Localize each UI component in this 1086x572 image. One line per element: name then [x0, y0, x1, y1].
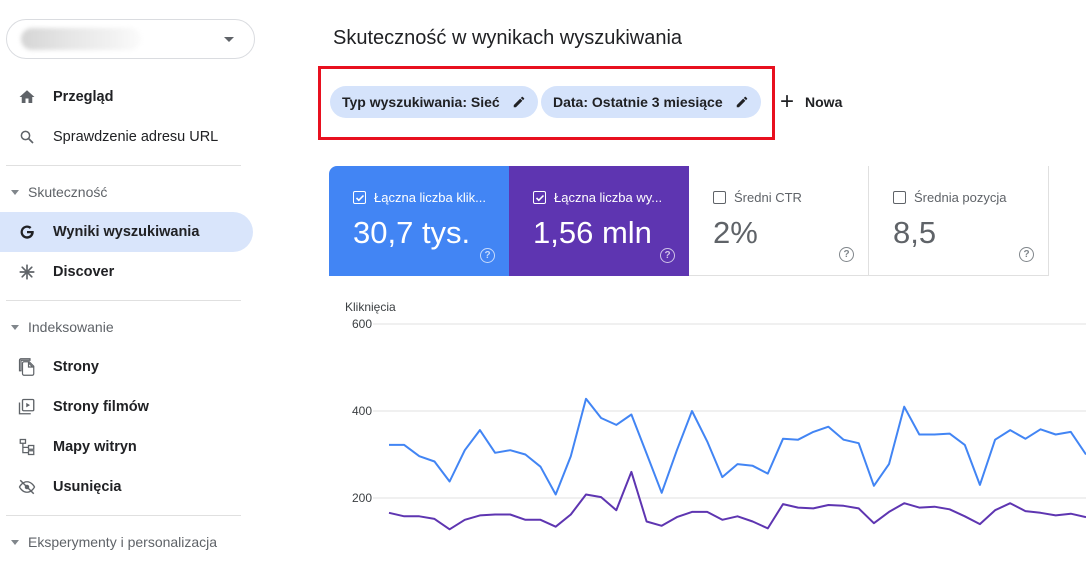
eye-off-icon [18, 478, 36, 496]
divider [6, 515, 241, 516]
section-label: Skuteczność [28, 184, 108, 200]
property-name-redacted [21, 28, 141, 50]
metric-label: Średni CTR [734, 190, 802, 205]
checkbox-checked-icon[interactable] [353, 191, 366, 204]
section-experiments[interactable]: Eksperymenty i personalizacja [0, 527, 253, 557]
sidebar-item-discover[interactable]: Discover [0, 252, 253, 292]
metric-card-ctr[interactable]: Średni CTR 2% ? [689, 166, 869, 276]
chevron-down-icon [11, 189, 19, 195]
filter-highlight-box [318, 66, 775, 140]
metric-label: Średnia pozycja [914, 190, 1007, 205]
sidebar-item-label: Przegląd [53, 89, 114, 105]
metric-label: Łączna liczba klik... [374, 190, 486, 205]
sidebar-item-label: Sprawdzenie adresu URL [53, 129, 219, 145]
metric-card-impressions[interactable]: Łączna liczba wy... 1,56 mln ? [509, 166, 689, 276]
series-line-0 [389, 397, 1086, 496]
sitemap-icon [18, 438, 36, 456]
help-icon[interactable]: ? [660, 248, 675, 263]
divider [6, 300, 241, 301]
y-tick-label: 600 [352, 317, 372, 331]
pages-icon [18, 358, 36, 376]
search-icon [18, 128, 36, 146]
metric-value: 1,56 mln [533, 215, 652, 250]
sidebar-item-url-inspection[interactable]: Sprawdzenie adresu URL [0, 117, 253, 157]
metric-value: 8,5 [893, 215, 937, 250]
home-icon [18, 88, 36, 106]
y-axis-label: Kliknięcia [345, 300, 396, 314]
sidebar-item-overview[interactable]: Przegląd [0, 77, 253, 117]
y-tick-label: 200 [352, 491, 372, 505]
video-pages-icon [18, 398, 36, 416]
new-filter-label: Nowa [805, 94, 843, 110]
sidebar: Przegląd Sprawdzenie adresu URL Skuteczn… [0, 0, 268, 572]
sidebar-item-search-results[interactable]: Wyniki wyszukiwania [0, 212, 253, 252]
metric-card-clicks[interactable]: Łączna liczba klik... 30,7 tys. ? [329, 166, 509, 276]
google-g-icon [18, 223, 36, 241]
sidebar-item-label: Discover [53, 264, 115, 280]
sidebar-item-video-pages[interactable]: Strony filmów [0, 387, 253, 427]
sidebar-item-label: Mapy witryn [53, 439, 137, 455]
section-indexing[interactable]: Indeksowanie [0, 312, 253, 342]
section-performance[interactable]: Skuteczność [0, 177, 253, 207]
divider [6, 165, 241, 166]
help-icon[interactable]: ? [1019, 247, 1034, 262]
metric-value: 2% [713, 215, 758, 250]
sidebar-item-removals[interactable]: Usunięcia [0, 467, 253, 507]
chevron-down-icon [11, 539, 19, 545]
checkbox-checked-icon[interactable] [533, 191, 546, 204]
metric-label: Łączna liczba wy... [554, 190, 663, 205]
sidebar-item-label: Strony filmów [53, 399, 149, 415]
new-filter-button[interactable]: + Nowa [780, 90, 842, 114]
checkbox-unchecked-icon[interactable] [893, 191, 906, 204]
section-label: Eksperymenty i personalizacja [28, 534, 218, 550]
asterisk-icon [18, 263, 36, 281]
sidebar-item-label: Strony [53, 359, 99, 375]
chevron-down-icon [11, 324, 19, 330]
page-title: Skuteczność w wynikach wyszukiwania [333, 27, 683, 49]
sidebar-item-pages[interactable]: Strony [0, 347, 253, 387]
sidebar-item-label: Wyniki wyszukiwania [53, 224, 200, 240]
metric-value: 30,7 tys. [353, 215, 471, 250]
chevron-down-icon [224, 37, 234, 42]
property-selector[interactable] [6, 19, 255, 59]
sidebar-item-sitemaps[interactable]: Mapy witryn [0, 427, 253, 467]
performance-chart: Kliknięcia 600 400 200 [345, 300, 1086, 531]
section-label: Indeksowanie [28, 319, 114, 335]
checkbox-unchecked-icon[interactable] [713, 191, 726, 204]
help-icon[interactable]: ? [480, 248, 495, 263]
plus-icon: + [780, 88, 795, 115]
sidebar-item-label: Usunięcia [53, 479, 122, 495]
y-tick-label: 400 [352, 404, 372, 418]
help-icon[interactable]: ? [839, 247, 854, 262]
metric-card-position[interactable]: Średnia pozycja 8,5 ? [869, 166, 1049, 276]
